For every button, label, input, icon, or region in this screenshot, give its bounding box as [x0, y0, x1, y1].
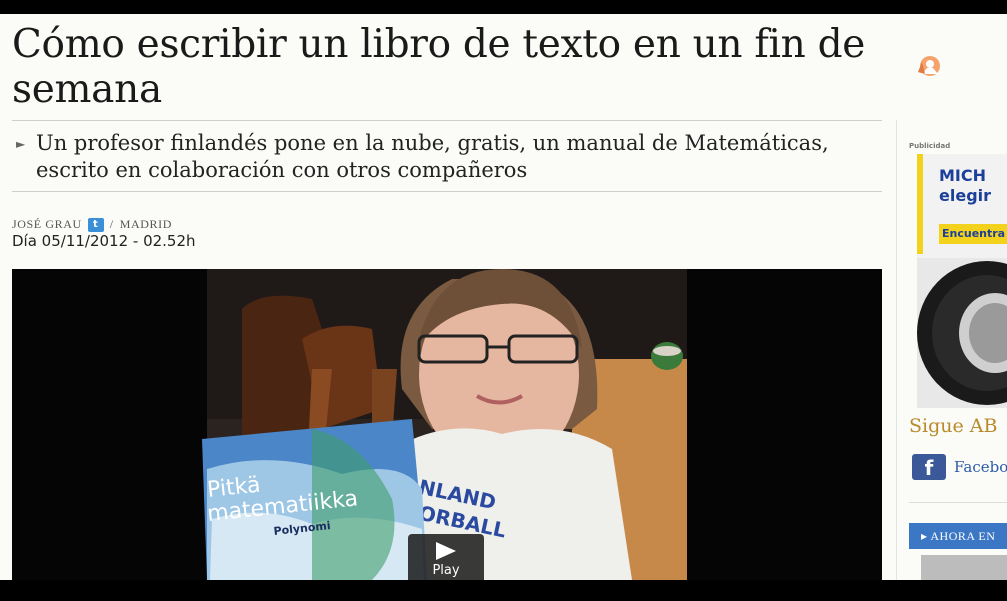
- ad-cta-button[interactable]: Encuentra: [939, 224, 1007, 244]
- facebook-icon: f: [912, 454, 946, 480]
- play-button[interactable]: Play: [408, 534, 484, 580]
- top-letterbox: [0, 0, 1007, 14]
- publish-date: Día 05/11/2012 - 02.52h: [12, 232, 196, 250]
- follow-section-title: Sigue AB: [909, 415, 998, 437]
- facebook-label: Facebo: [954, 458, 1007, 476]
- byline: JOSÉ GRAU t / MADRID: [12, 217, 172, 232]
- ahora-label: AHORA EN: [930, 529, 996, 543]
- headline-divider: [12, 120, 882, 121]
- byline-separator: /: [109, 217, 114, 231]
- location: MADRID: [119, 217, 172, 231]
- twitter-icon[interactable]: t: [87, 217, 104, 232]
- sidebar-ad[interactable]: MICH elegir Encuentra: [917, 154, 1007, 408]
- play-label: Play: [432, 563, 460, 578]
- article-page: Cómo escribir un libro de texto en un fi…: [0, 14, 1007, 580]
- subhead-divider: [12, 191, 882, 192]
- video-player[interactable]: NLAND ORBALL Pitkä matematiikka Polynomi…: [12, 269, 882, 580]
- author-name[interactable]: JOSÉ GRAU: [12, 217, 82, 232]
- avatar-badge-icon[interactable]: [914, 52, 944, 80]
- sidebar-divider: [896, 120, 897, 580]
- facebook-follow-link[interactable]: f Facebo: [912, 454, 1007, 480]
- ahora-en-tab[interactable]: ▸ AHORA EN: [909, 523, 1007, 549]
- ad-title: MICH elegir: [939, 166, 992, 205]
- arrow-right-icon: ▸: [921, 529, 931, 543]
- ahora-thumbnail[interactable]: [921, 555, 1007, 580]
- bottom-letterbox: [0, 580, 1007, 601]
- play-icon: [436, 542, 456, 560]
- subhead-text: Un profesor finlandés pone en la nube, g…: [36, 131, 829, 182]
- article-headline: Cómo escribir un libro de texto en un fi…: [12, 22, 866, 112]
- ad-accent-bar: [917, 154, 923, 254]
- sidebar-rule: [909, 502, 1007, 503]
- article-subhead: ► Un profesor finlandés pone en la nube,…: [16, 130, 876, 184]
- tyre-image: [917, 258, 1007, 408]
- arrow-right-icon: ►: [16, 137, 26, 151]
- ad-label: Publicidad: [909, 142, 951, 150]
